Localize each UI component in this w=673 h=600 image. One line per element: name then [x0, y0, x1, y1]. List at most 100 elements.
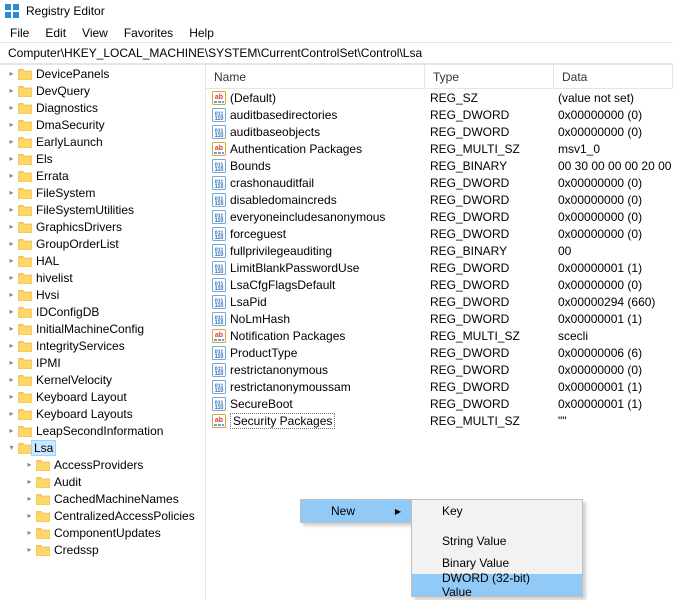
tree-item[interactable]: ▸ DmaSecurity: [0, 116, 205, 133]
tree-expander-icon[interactable]: ▸: [6, 87, 17, 95]
tree-item-label: CachedMachineNames: [52, 492, 179, 506]
tree-expander-icon[interactable]: ▸: [24, 512, 35, 520]
value-row[interactable]: disabledomaincreds REG_DWORD 0x00000000 …: [206, 191, 673, 208]
tree-expander-icon[interactable]: ▸: [6, 155, 17, 163]
tree-expander-icon[interactable]: ▸: [6, 206, 17, 214]
tree-item[interactable]: ▸Els: [0, 150, 205, 167]
tree-item[interactable]: ▸Keyboard Layout: [0, 388, 205, 405]
tree-item[interactable]: ▸IntegrityServices: [0, 337, 205, 354]
value-row[interactable]: NoLmHash REG_DWORD 0x00000001 (1): [206, 310, 673, 327]
tree-expander-icon[interactable]: ▸: [6, 291, 17, 299]
tree-expander-icon[interactable]: ▸: [6, 393, 17, 401]
value-row[interactable]: auditbaseobjects REG_DWORD 0x00000000 (0…: [206, 123, 673, 140]
context-menu-item[interactable]: String Value: [412, 530, 582, 552]
tree-item[interactable]: ▸AccessProviders: [0, 456, 205, 473]
tree-item[interactable]: ▸GraphicsDrivers: [0, 218, 205, 235]
value-row[interactable]: crashonauditfail REG_DWORD 0x00000000 (0…: [206, 174, 673, 191]
value-row[interactable]: LsaCfgFlagsDefault REG_DWORD 0x00000000 …: [206, 276, 673, 293]
tree-expander-icon[interactable]: ▸: [24, 461, 35, 469]
value-name: (Default): [230, 91, 276, 105]
value-row[interactable]: everyoneincludesanonymous REG_DWORD 0x00…: [206, 208, 673, 225]
tree-expander-icon[interactable]: ▸: [6, 138, 17, 146]
tree-expander-icon[interactable]: ▸: [6, 308, 17, 316]
tree-item[interactable]: ▸ Diagnostics: [0, 99, 205, 116]
tree-expander-icon[interactable]: ▸: [6, 376, 17, 384]
value-row[interactable]: fullprivilegeauditing REG_BINARY 00: [206, 242, 673, 259]
tree-item[interactable]: ▸Hvsi: [0, 286, 205, 303]
tree-expander-icon[interactable]: ▸: [6, 427, 17, 435]
tree-expander-icon[interactable]: ▸: [6, 359, 17, 367]
tree-item[interactable]: ▸ CachedMachineNames: [0, 490, 205, 507]
tree-expander-icon[interactable]: ▾: [6, 444, 17, 452]
tree-expander-icon[interactable]: ▸: [24, 546, 35, 554]
tree-item[interactable]: ▸ComponentUpdates: [0, 524, 205, 541]
tree-expander-icon[interactable]: ▸: [24, 495, 35, 503]
tree-expander-icon[interactable]: ▸: [6, 240, 17, 248]
value-row[interactable]: restrictanonymoussam REG_DWORD 0x0000000…: [206, 378, 673, 395]
tree-expander-icon[interactable]: ▸: [6, 410, 17, 418]
menu-help[interactable]: Help: [181, 24, 222, 42]
tree-expander-icon[interactable]: ▸: [6, 342, 17, 350]
tree-item[interactable]: ▸Audit: [0, 473, 205, 490]
tree-item[interactable]: ▸CentralizedAccessPolicies: [0, 507, 205, 524]
value-row[interactable]: LsaPid REG_DWORD 0x00000294 (660): [206, 293, 673, 310]
menu-view[interactable]: View: [74, 24, 116, 42]
value-row[interactable]: SecureBoot REG_DWORD 0x00000001 (1): [206, 395, 673, 412]
tree-item[interactable]: ▸Credssp: [0, 541, 205, 558]
value-row[interactable]: LimitBlankPasswordUse REG_DWORD 0x000000…: [206, 259, 673, 276]
tree-expander-icon[interactable]: ▸: [24, 529, 35, 537]
value-row[interactable]: Authentication Packages REG_MULTI_SZ msv…: [206, 140, 673, 157]
key-tree[interactable]: ▸DevicePanels▸DevQuery▸Diagnostics▸DmaSe…: [0, 65, 206, 600]
tree-item[interactable]: ▸EarlyLaunch: [0, 133, 205, 150]
tree-item[interactable]: ▸hivelist: [0, 269, 205, 286]
tree-item[interactable]: ▸FileSystem: [0, 184, 205, 201]
tree-item[interactable]: ▸HAL: [0, 252, 205, 269]
tree-item[interactable]: ▸KernelVelocity: [0, 371, 205, 388]
tree-expander-icon[interactable]: ▸: [6, 274, 17, 282]
tree-item[interactable]: ▸FileSystemUtilities: [0, 201, 205, 218]
tree-expander-icon[interactable]: ▸: [6, 104, 17, 112]
value-row[interactable]: (Default) REG_SZ (value not set): [206, 89, 673, 106]
menu-favorites[interactable]: Favorites: [116, 24, 181, 42]
tree-item[interactable]: ▸DevicePanels: [0, 65, 205, 82]
context-menu[interactable]: New ▶: [300, 499, 412, 523]
tree-expander-icon[interactable]: ▸: [6, 70, 17, 78]
value-row[interactable]: forceguest REG_DWORD 0x00000000 (0): [206, 225, 673, 242]
menu-file[interactable]: File: [2, 24, 37, 42]
binary-value-icon: [212, 278, 226, 292]
menu-edit[interactable]: Edit: [37, 24, 74, 42]
tree-item[interactable]: ▸IDConfigDB: [0, 303, 205, 320]
tree-item-label: DmaSecurity: [34, 118, 105, 132]
column-header-data[interactable]: Data: [554, 65, 673, 88]
context-menu-new[interactable]: New ▶: [301, 500, 411, 522]
tree-item[interactable]: ▸DevQuery: [0, 82, 205, 99]
tree-item[interactable]: ▸LeapSecondInformation: [0, 422, 205, 439]
binary-value-icon: [212, 176, 226, 190]
tree-item-selected[interactable]: ▾Lsa: [0, 439, 205, 456]
tree-expander-icon[interactable]: ▸: [6, 189, 17, 197]
address-input[interactable]: [6, 45, 671, 61]
context-submenu-new[interactable]: KeyString ValueBinary ValueDWORD (32-bit…: [411, 499, 583, 597]
context-menu-item[interactable]: DWORD (32-bit) Value: [412, 574, 582, 596]
tree-item[interactable]: ▸IPMI: [0, 354, 205, 371]
value-row[interactable]: Bounds REG_BINARY 00 30 00 00 00 20 00 0…: [206, 157, 673, 174]
value-row[interactable]: ProductType REG_DWORD 0x00000006 (6): [206, 344, 673, 361]
tree-item[interactable]: ▸GroupOrderList: [0, 235, 205, 252]
tree-expander-icon[interactable]: ▸: [6, 172, 17, 180]
value-row[interactable]: Notification Packages REG_MULTI_SZ scecl…: [206, 327, 673, 344]
tree-expander-icon[interactable]: ▸: [24, 478, 35, 486]
column-header-name[interactable]: Name: [206, 65, 425, 88]
tree-expander-icon[interactable]: ▸: [6, 223, 17, 231]
value-row[interactable]: Security Packages REG_MULTI_SZ "": [206, 412, 673, 429]
tree-expander-icon[interactable]: ▸: [6, 121, 17, 129]
context-menu-item[interactable]: Key: [412, 500, 582, 522]
tree-item[interactable]: ▸InitialMachineConfig: [0, 320, 205, 337]
tree-expander-icon[interactable]: ▸: [6, 257, 17, 265]
value-row[interactable]: restrictanonymous REG_DWORD 0x00000000 (…: [206, 361, 673, 378]
tree-item[interactable]: ▸Keyboard Layouts: [0, 405, 205, 422]
tree-expander-icon[interactable]: ▸: [6, 325, 17, 333]
column-header-type[interactable]: Type: [425, 65, 554, 88]
tree-item[interactable]: ▸Errata: [0, 167, 205, 184]
tree-item-label: Diagnostics: [34, 101, 98, 115]
value-row[interactable]: auditbasedirectories REG_DWORD 0x0000000…: [206, 106, 673, 123]
